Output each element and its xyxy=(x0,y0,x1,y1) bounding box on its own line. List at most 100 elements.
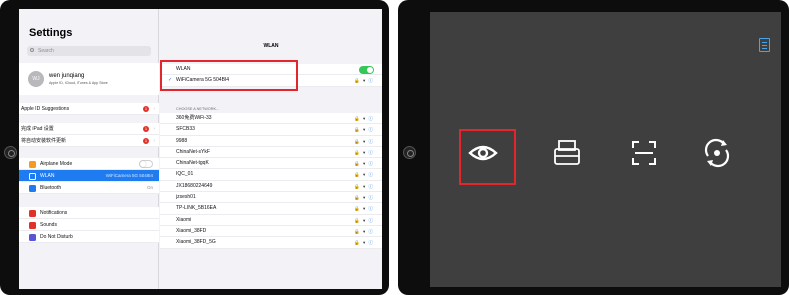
network-status-icons: 🔒 ▾ ⓘ xyxy=(354,147,374,158)
network-row[interactable]: 9988 🔒 ▾ ⓘ xyxy=(160,136,382,147)
info-icon[interactable]: ⓘ xyxy=(369,172,375,177)
sidebar-item-label: WLAN xyxy=(40,173,55,179)
network-status-icons: 🔒 ▾ ⓘ xyxy=(354,192,374,203)
highlight-box-wlan xyxy=(160,60,298,91)
info-icon[interactable]: ⓘ xyxy=(369,240,375,245)
ipad-settings-screen: 09:16 Sat Sep 21 ● 90% ▬ Settings Search… xyxy=(19,9,382,289)
search-input[interactable]: Search xyxy=(27,46,151,56)
network-name: Xiaomi xyxy=(176,216,192,223)
info-icon[interactable]: ⓘ xyxy=(369,139,375,144)
network-status-icons: 🔒 ▾ ⓘ xyxy=(354,169,374,180)
network-status-icons: 🔒 ▾ ⓘ xyxy=(354,124,374,135)
moon-icon xyxy=(29,233,36,241)
sidebar-item-bluetooth[interactable]: Bluetooth On xyxy=(19,182,159,194)
wlan-toggle[interactable] xyxy=(359,65,374,74)
scan-frame-icon xyxy=(632,141,656,165)
left-tablet-frame: 09:16 Sat Sep 21 ● 90% ▬ Settings Search… xyxy=(0,0,389,295)
info-icon[interactable]: ⓘ xyxy=(369,218,375,223)
lock-wifi-icon: 🔒 ▾ xyxy=(354,183,367,189)
network-row[interactable]: Xiaomi_38FD_5G 🔒 ▾ ⓘ xyxy=(160,237,382,249)
document-list-icon[interactable] xyxy=(759,38,770,52)
chevron-right-icon: › xyxy=(153,106,155,112)
network-status-icons: 🔒 ▾ ⓘ xyxy=(354,158,374,169)
network-name: SFCB33 xyxy=(176,126,195,133)
profile-subtitle: Apple ID, iCloud, iTunes & App Store xyxy=(49,81,108,85)
sidebar-item-label: Do Not Disturb xyxy=(40,234,73,240)
network-name: Xiaomi_38FD xyxy=(176,227,207,234)
notification-badge: 1 xyxy=(143,106,149,112)
network-name: Xiaomi_38FD_5G xyxy=(176,239,216,246)
sync-settings-icon xyxy=(704,138,730,168)
sync-settings-button[interactable] xyxy=(700,136,734,170)
sidebar-item-airplane-mode[interactable]: Airplane Mode xyxy=(19,158,159,170)
sidebar-item-apple-id-suggestions[interactable]: Apple ID Suggestions 1 › xyxy=(19,103,159,115)
network-list: 360免费WiFi-33 🔒 ▾ ⓘ SFCB33 🔒 ▾ ⓘ 9988 🔒 ▾ ⓘ Chi… xyxy=(160,113,382,249)
network-row[interactable]: TP-LINK_5B16EA 🔒 ▾ ⓘ xyxy=(160,203,382,215)
info-icon[interactable]: ⓘ xyxy=(369,78,375,83)
network-row[interactable]: ChinaNet-tgqK 🔒 ▾ ⓘ xyxy=(160,158,382,170)
network-row[interactable]: 360免费WiFi-33 🔒 ▾ ⓘ xyxy=(160,113,382,125)
network-row[interactable]: ChinaNet-sYkF 🔒 ▾ ⓘ xyxy=(160,147,382,159)
files-button[interactable] xyxy=(550,136,584,170)
home-button[interactable] xyxy=(403,146,416,159)
info-icon[interactable]: ⓘ xyxy=(369,195,375,200)
network-name: 9988 xyxy=(176,137,188,144)
network-row[interactable]: SFCB33 🔒 ▾ ⓘ xyxy=(160,124,382,136)
lock-wifi-icon: 🔒 ▾ xyxy=(354,206,367,212)
sounds-icon xyxy=(29,221,36,229)
info-icon[interactable]: ⓘ xyxy=(369,161,375,166)
network-name: ChinaNet-sYkF xyxy=(176,148,210,155)
avatar: WJ xyxy=(28,71,44,87)
network-row[interactable]: Xiaomi 🔒 ▾ ⓘ xyxy=(160,215,382,226)
highlight-box-preview xyxy=(459,129,516,185)
chevron-right-icon: › xyxy=(153,138,155,144)
lock-wifi-icon: 🔒 ▾ xyxy=(354,161,367,167)
lock-wifi-icon: 🔒 ▾ xyxy=(354,78,367,84)
sidebar-item-wlan[interactable]: WLAN WiFiCamera 5G 5048I4 xyxy=(19,170,159,182)
sidebar-item-value: On xyxy=(146,185,153,190)
sidebar-item-notifications[interactable]: Notifications xyxy=(19,207,159,219)
network-row[interactable]: JX18680224649 🔒 ▾ ⓘ xyxy=(160,181,382,193)
lock-wifi-icon: 🔒 ▾ xyxy=(354,149,367,155)
sidebar-item-auto-update[interactable]: 将自动安装软件更新 1 › xyxy=(19,135,159,147)
home-button[interactable] xyxy=(4,146,17,159)
apple-id-profile[interactable]: WJ wen junqiang Apple ID, iCloud, iTunes… xyxy=(19,63,159,95)
sidebar-item-label: 将自动安装软件更新 xyxy=(21,138,67,144)
network-status-icons: 🔒 ▾ ⓘ xyxy=(354,215,374,226)
network-row[interactable]: jzsesh01 🔒 ▾ ⓘ xyxy=(160,192,382,204)
search-placeholder: Search xyxy=(38,48,54,54)
notifications-icon xyxy=(29,209,36,217)
scan-button[interactable] xyxy=(627,136,661,170)
network-status-icons: 🔒 ▾ ⓘ xyxy=(354,75,374,86)
network-status-icons: 🔒 ▾ ⓘ xyxy=(354,226,374,237)
sidebar-item-finish-ipad-setup[interactable]: 完成 iPad 设置 1 › xyxy=(19,123,159,135)
sidebar-item-label: 完成 iPad 设置 xyxy=(21,126,54,132)
network-row[interactable]: Xiaomi_38FD 🔒 ▾ ⓘ xyxy=(160,226,382,238)
lock-wifi-icon: 🔒 ▾ xyxy=(354,138,367,144)
network-name: ChinaNet-tgqK xyxy=(176,160,209,167)
network-status-icons: 🔒 ▾ ⓘ xyxy=(354,237,374,248)
search-icon xyxy=(30,48,34,52)
lock-wifi-icon: 🔒 ▾ xyxy=(354,240,367,246)
info-icon[interactable]: ⓘ xyxy=(369,206,375,211)
sidebar-item-label: Airplane Mode xyxy=(40,161,73,167)
wlan-detail-pane: WLAN WLAN ✓ WiFiCamera 5G 504BI4 🔒 ▾ ⓘ C… xyxy=(160,9,382,289)
sidebar-item-value: WiFiCamera 5G 5048I4 xyxy=(105,173,153,178)
sidebar-item-sounds[interactable]: Sounds xyxy=(19,219,159,231)
lock-wifi-icon: 🔒 ▾ xyxy=(354,116,367,121)
network-name: JX18680224649 xyxy=(176,182,213,189)
network-status-icons: 🔒 ▾ ⓘ xyxy=(354,136,374,147)
network-row[interactable]: IQC_01 🔒 ▾ ⓘ xyxy=(160,169,382,181)
sidebar-item-label: Sounds xyxy=(40,222,57,228)
info-icon[interactable]: ⓘ xyxy=(369,127,375,132)
network-name: jzsesh01 xyxy=(176,194,196,201)
info-icon[interactable]: ⓘ xyxy=(369,184,375,189)
info-icon[interactable]: ⓘ xyxy=(369,229,375,234)
sidebar-item-do-not-disturb[interactable]: Do Not Disturb xyxy=(19,231,159,243)
airplane-mode-toggle[interactable] xyxy=(139,160,153,168)
info-icon[interactable]: ⓘ xyxy=(369,150,375,155)
connectivity-group: Airplane Mode WLAN WiFiCamera 5G 5048I4 … xyxy=(19,158,159,194)
network-status-icons: 🔒 ▾ ⓘ xyxy=(354,181,374,192)
info-icon[interactable]: ⓘ xyxy=(369,116,375,121)
notifications-group: Notifications Sounds Do Not Disturb xyxy=(19,207,159,243)
